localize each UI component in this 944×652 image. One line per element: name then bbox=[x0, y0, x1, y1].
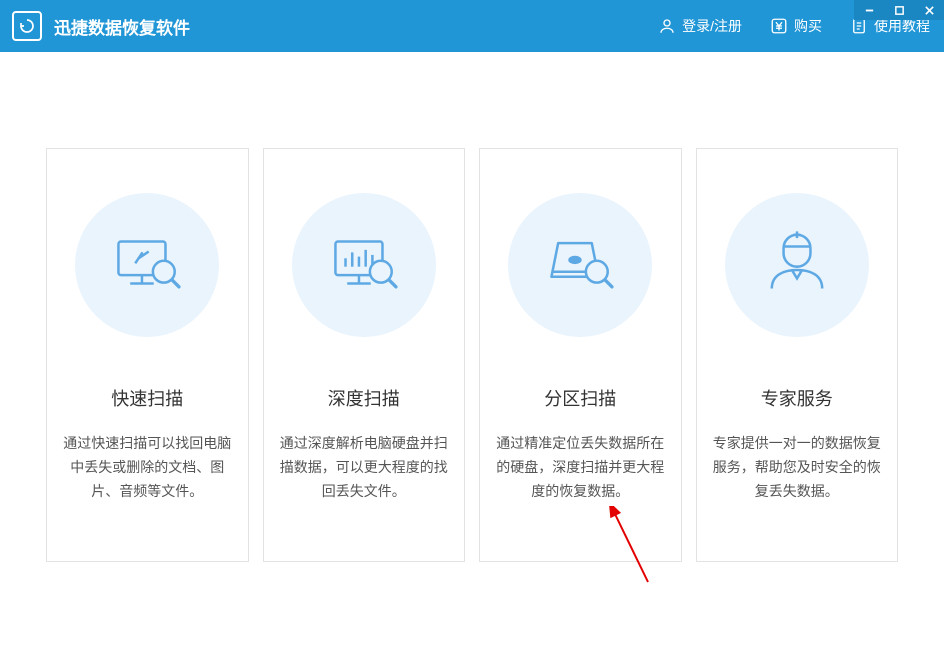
yen-icon bbox=[770, 17, 788, 35]
deep-scan-icon bbox=[292, 193, 436, 337]
buy-button[interactable]: 购买 bbox=[756, 0, 836, 52]
window-controls bbox=[854, 0, 944, 20]
login-button[interactable]: 登录/注册 bbox=[644, 0, 756, 52]
main-content: 快速扫描 通过快速扫描可以找回电脑中丢失或删除的文档、图片、音频等文件。 深度扫… bbox=[0, 52, 944, 562]
card-title: 分区扫描 bbox=[544, 385, 616, 411]
minimize-button[interactable] bbox=[854, 0, 884, 20]
titlebar: 迅捷数据恢复软件 登录/注册 购买 使用教程 bbox=[0, 0, 944, 52]
buy-label: 购买 bbox=[794, 16, 822, 36]
partition-scan-card[interactable]: 分区扫描 通过精准定位丢失数据所在的硬盘，深度扫描并更大程度的恢复数据。 bbox=[479, 148, 682, 562]
quick-scan-card[interactable]: 快速扫描 通过快速扫描可以找回电脑中丢失或删除的文档、图片、音频等文件。 bbox=[46, 148, 249, 562]
card-desc: 专家提供一对一的数据恢复服务，帮助您及时安全的恢复丢失数据。 bbox=[711, 431, 884, 503]
close-button[interactable] bbox=[914, 0, 944, 20]
maximize-button[interactable] bbox=[884, 0, 914, 20]
card-desc: 通过快速扫描可以找回电脑中丢失或删除的文档、图片、音频等文件。 bbox=[61, 431, 234, 503]
card-desc: 通过精准定位丢失数据所在的硬盘，深度扫描并更大程度的恢复数据。 bbox=[494, 431, 667, 503]
app-logo-icon bbox=[12, 11, 42, 41]
partition-scan-icon bbox=[508, 193, 652, 337]
expert-service-card[interactable]: 专家服务 专家提供一对一的数据恢复服务，帮助您及时安全的恢复丢失数据。 bbox=[696, 148, 899, 562]
quick-scan-icon bbox=[75, 193, 219, 337]
user-icon bbox=[658, 17, 676, 35]
login-label: 登录/注册 bbox=[682, 16, 742, 36]
app-title: 迅捷数据恢复软件 bbox=[54, 14, 190, 39]
deep-scan-card[interactable]: 深度扫描 通过深度解析电脑硬盘并扫描数据，可以更大程度的找回丢失文件。 bbox=[263, 148, 466, 562]
card-title: 快速扫描 bbox=[111, 385, 183, 411]
expert-service-icon bbox=[725, 193, 869, 337]
card-title: 专家服务 bbox=[761, 385, 833, 411]
card-desc: 通过深度解析电脑硬盘并扫描数据，可以更大程度的找回丢失文件。 bbox=[278, 431, 451, 503]
card-title: 深度扫描 bbox=[328, 385, 400, 411]
